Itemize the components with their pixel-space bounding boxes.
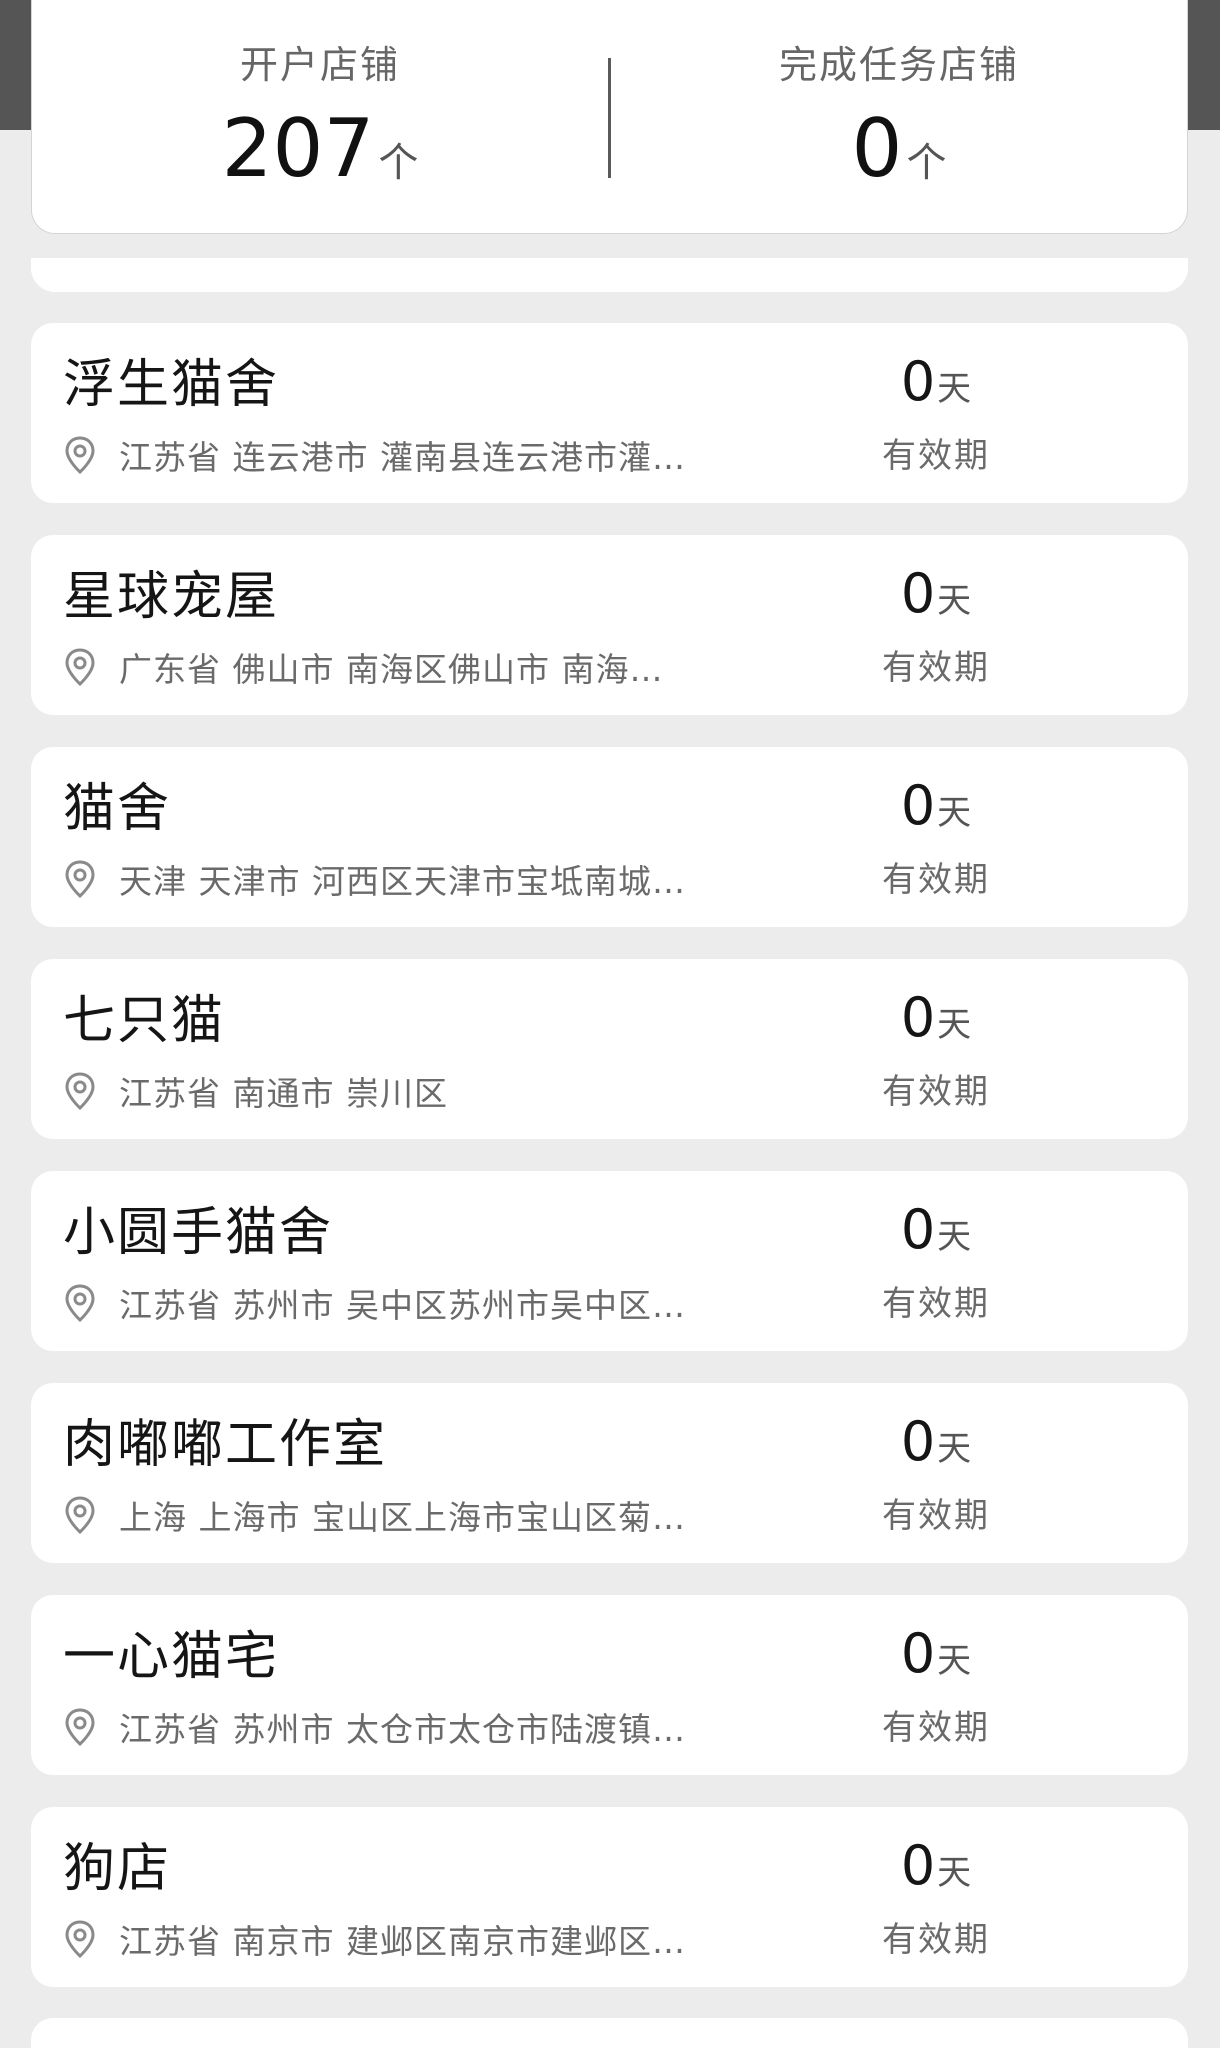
validity-days: 0 bbox=[900, 986, 936, 1049]
store-address: 上海 上海市 宝山区上海市宝山区菊… bbox=[119, 1498, 686, 1537]
store-address: 广东省 佛山市 南海区佛山市 南海… bbox=[119, 650, 664, 689]
validity-block: 0 天有效期 bbox=[831, 779, 1041, 901]
store-address: 江苏省 连云港市 灌南县连云港市灌… bbox=[119, 438, 686, 477]
validity-block: 0 天有效期 bbox=[831, 1415, 1041, 1537]
store-address-row: 江苏省 苏州市 太仓市太仓市陆渡镇… bbox=[63, 1705, 686, 1749]
store-card[interactable]: 猫舍天津 天津市 河西区天津市宝坻南城… 0 天有效期 bbox=[31, 747, 1188, 927]
validity-days: 0 bbox=[900, 1622, 936, 1685]
opened-stores-unit: 个 bbox=[378, 140, 419, 186]
partially-visible-store-card[interactable] bbox=[31, 258, 1188, 292]
opened-stores-stat[interactable]: 开户店铺 207 个 bbox=[32, 0, 608, 233]
location-pin-icon bbox=[63, 435, 97, 475]
validity-label: 有效期 bbox=[882, 1284, 990, 1324]
validity-block: 0 天有效期 bbox=[831, 567, 1041, 689]
validity-value-row: 0天 bbox=[831, 1415, 1041, 1470]
store-card[interactable]: 狗店江苏省 南京市 建邺区南京市建邺区… 0 天有效期 bbox=[31, 1807, 1188, 1987]
location-pin-icon bbox=[63, 859, 97, 899]
validity-days: 0 bbox=[900, 774, 936, 837]
store-name: 浮生猫舍 bbox=[63, 355, 280, 415]
store-card[interactable]: 一心猫宅江苏省 苏州市 太仓市太仓市陆渡镇… 0 天有效期 bbox=[31, 1595, 1188, 1775]
store-address-row: 江苏省 苏州市 吴中区苏州市吴中区… bbox=[63, 1281, 686, 1325]
validity-unit: 天 bbox=[937, 1005, 972, 1045]
location-pin-icon bbox=[63, 1919, 97, 1959]
validity-unit: 天 bbox=[937, 1853, 972, 1893]
validity-block: 0 天有效期 bbox=[831, 1627, 1041, 1749]
completed-stores-unit: 个 bbox=[906, 140, 947, 186]
store-address-row: 广东省 佛山市 南海区佛山市 南海… bbox=[63, 645, 663, 689]
validity-unit: 天 bbox=[937, 793, 972, 833]
validity-value-row: 0天 bbox=[831, 779, 1041, 834]
store-name: 猫舍 bbox=[63, 779, 172, 839]
validity-value-row: 0天 bbox=[831, 567, 1041, 622]
validity-label: 有效期 bbox=[882, 1708, 990, 1748]
opened-stores-label: 开户店铺 bbox=[239, 43, 400, 87]
validity-label: 有效期 bbox=[882, 1496, 990, 1536]
store-name: 小圆手猫舍 bbox=[63, 1203, 334, 1263]
location-pin-icon bbox=[63, 1495, 97, 1535]
store-address: 江苏省 苏州市 吴中区苏州市吴中区… bbox=[119, 1286, 686, 1325]
validity-days: 0 bbox=[900, 1410, 936, 1473]
store-list: 浮生猫舍 江苏省 连云港市 灌南县连云港市灌… 0 天有效期 星球宠屋 广东省 佛山市 南… bbox=[31, 323, 1188, 2019]
location-pin-icon bbox=[63, 1707, 97, 1747]
store-address: 江苏省 南通市 崇川区 bbox=[119, 1074, 448, 1113]
store-address-row: 天津 天津市 河西区天津市宝坻南城… bbox=[63, 857, 686, 901]
store-address-row: 江苏省 连云港市 灌南县连云港市灌… bbox=[63, 433, 686, 477]
store-address-row: 江苏省 南通市 崇川区 bbox=[63, 1069, 448, 1113]
store-address-row: 上海 上海市 宝山区上海市宝山区菊… bbox=[63, 1493, 686, 1537]
store-name: 星球宠屋 bbox=[63, 567, 280, 627]
location-pin-icon bbox=[63, 1071, 97, 1111]
completed-stores-count: 0 bbox=[851, 102, 903, 195]
validity-value-row: 0天 bbox=[831, 355, 1041, 410]
validity-days: 0 bbox=[900, 350, 936, 413]
validity-value-row: 0天 bbox=[831, 1839, 1041, 1894]
validity-unit: 天 bbox=[937, 369, 972, 409]
validity-block: 0 天有效期 bbox=[831, 1839, 1041, 1961]
completed-stores-value-row: 0 个 bbox=[852, 109, 947, 189]
validity-block: 0 天有效期 bbox=[831, 991, 1041, 1113]
location-pin-icon bbox=[63, 647, 97, 687]
completed-stores-label: 完成任务店铺 bbox=[778, 43, 1019, 87]
store-name: 一心猫宅 bbox=[63, 1627, 280, 1687]
validity-label: 有效期 bbox=[882, 1072, 990, 1112]
validity-block: 0 天有效期 bbox=[831, 355, 1041, 477]
opened-stores-count: 207 bbox=[221, 102, 375, 195]
validity-days: 0 bbox=[900, 1198, 936, 1261]
validity-value-row: 0天 bbox=[831, 991, 1041, 1046]
validity-days: 0 bbox=[900, 562, 936, 625]
store-address: 天津 天津市 河西区天津市宝坻南城… bbox=[119, 862, 686, 901]
store-address: 江苏省 南京市 建邺区南京市建邺区… bbox=[119, 1922, 686, 1961]
store-name: 肉嘟嘟工作室 bbox=[63, 1415, 388, 1475]
store-card[interactable]: 七只猫江苏省 南通市 崇川区 0 天有效期 bbox=[31, 959, 1188, 1139]
store-address: 江苏省 苏州市 太仓市太仓市陆渡镇… bbox=[119, 1710, 686, 1749]
store-card[interactable]: 小圆手猫舍江苏省 苏州市 吴中区苏州市吴中区… 0 天有效期 bbox=[31, 1171, 1188, 1351]
stats-card: 开户店铺 207 个 完成任务店铺 0 个 bbox=[31, 0, 1188, 234]
validity-unit: 天 bbox=[937, 1217, 972, 1257]
partially-visible-store-card-bottom[interactable] bbox=[31, 2018, 1188, 2048]
validity-unit: 天 bbox=[937, 1641, 972, 1681]
validity-unit: 天 bbox=[937, 581, 972, 621]
validity-label: 有效期 bbox=[882, 860, 990, 900]
validity-label: 有效期 bbox=[882, 436, 990, 476]
validity-days: 0 bbox=[900, 1834, 936, 1897]
store-card[interactable]: 星球宠屋广东省 佛山市 南海区佛山市 南海… 0 天有效期 bbox=[31, 535, 1188, 715]
validity-label: 有效期 bbox=[882, 1920, 990, 1960]
store-card[interactable]: 浮生猫舍江苏省 连云港市 灌南县连云港市灌… 0 天有效期 bbox=[31, 323, 1188, 503]
validity-label: 有效期 bbox=[882, 648, 990, 688]
store-address-row: 江苏省 南京市 建邺区南京市建邺区… bbox=[63, 1917, 686, 1961]
store-name: 七只猫 bbox=[63, 991, 226, 1051]
store-name: 狗店 bbox=[63, 1839, 172, 1899]
validity-value-row: 0天 bbox=[831, 1627, 1041, 1682]
location-pin-icon bbox=[63, 1283, 97, 1323]
validity-block: 0 天有效期 bbox=[831, 1203, 1041, 1325]
completed-stores-stat[interactable]: 完成任务店铺 0 个 bbox=[611, 0, 1187, 233]
validity-unit: 天 bbox=[937, 1429, 972, 1469]
opened-stores-value-row: 207 个 bbox=[222, 109, 419, 189]
store-card[interactable]: 肉嘟嘟工作室上海 上海市 宝山区上海市宝山区菊… 0 天有效期 bbox=[31, 1383, 1188, 1563]
validity-value-row: 0天 bbox=[831, 1203, 1041, 1258]
